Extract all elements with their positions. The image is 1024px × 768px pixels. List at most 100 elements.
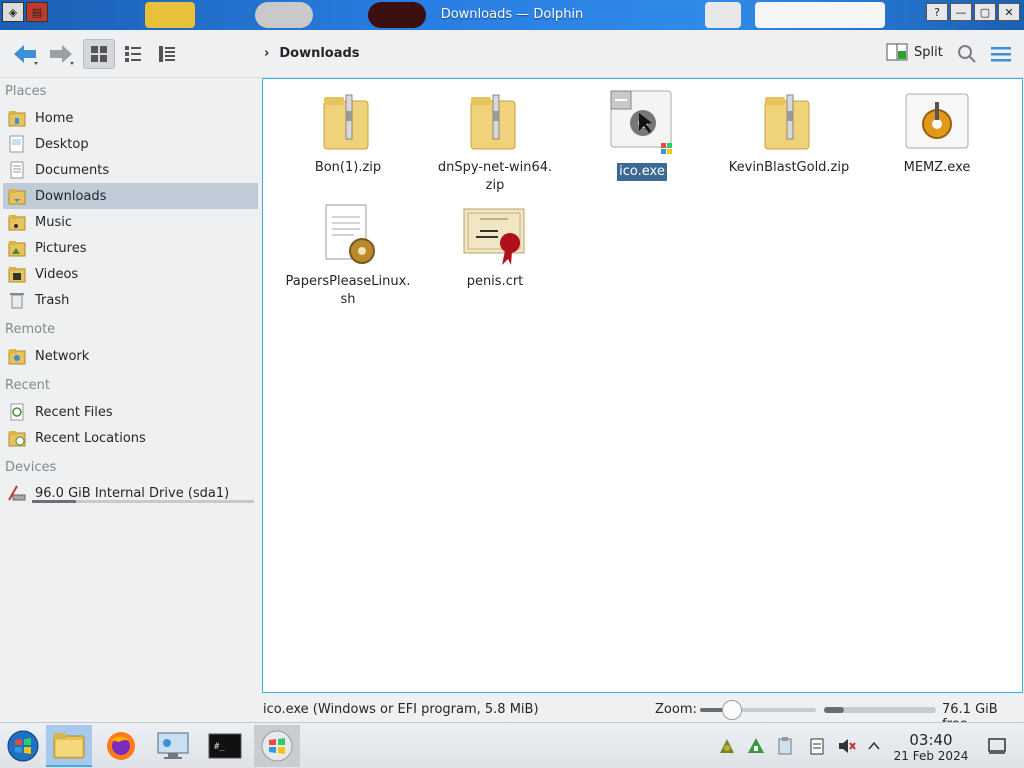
search-icon	[958, 45, 976, 63]
file-view[interactable]: Bon(1).zip dnSpy-net-win64. zip ico.exe K…	[262, 78, 1023, 693]
folder-icon	[53, 733, 85, 759]
tray-expand-chevron-icon[interactable]	[863, 735, 885, 757]
sidebar-item-label: Home	[35, 110, 74, 126]
firefox-icon	[107, 732, 135, 760]
recent-locations-icon	[7, 428, 27, 448]
tray-package-icon[interactable]	[745, 735, 767, 757]
sidebar-item-label: Documents	[35, 162, 110, 178]
sidebar-item-desktop[interactable]: Desktop	[3, 131, 258, 157]
zoom-slider-handle[interactable]	[722, 700, 742, 720]
sidebar-item-documents[interactable]: Documents	[3, 157, 258, 183]
tray-volume-muted-icon[interactable]	[835, 735, 857, 757]
file-item[interactable]: KevinBlastGold.zip	[719, 89, 859, 177]
icons-view-button[interactable]	[83, 39, 115, 69]
desktop-icon	[7, 134, 27, 154]
clock[interactable]: 03:40 21 Feb 2024	[890, 731, 972, 763]
help-button[interactable]: ?	[926, 3, 948, 21]
sidebar-item-downloads[interactable]: Downloads	[3, 183, 258, 209]
sidebar-item-label: Downloads	[35, 188, 107, 204]
selection-info: ico.exe (Windows or EFI program, 5.8 MiB…	[263, 702, 539, 717]
status-bar: ico.exe (Windows or EFI program, 5.8 MiB…	[0, 697, 1024, 732]
sidebar-item-trash[interactable]: Trash	[3, 287, 258, 313]
maximize-button[interactable]: ▢	[974, 3, 996, 21]
window-titlebar[interactable]: ◈ ▤ Downloads — Dolphin ? — ▢ ✕	[0, 0, 1024, 30]
file-item[interactable]: dnSpy-net-win64. zip	[425, 89, 565, 195]
shell-script-icon	[315, 203, 381, 269]
taskbar-terminal[interactable]: #_	[202, 725, 248, 767]
network-folder-icon	[7, 346, 27, 366]
close-button[interactable]: ✕	[998, 3, 1020, 21]
places-panel: Places Home Desktop Documents Downloads …	[0, 78, 262, 698]
minimize-button[interactable]: —	[950, 3, 972, 21]
search-button[interactable]	[956, 42, 978, 66]
sidebar-item-label: Recent Files	[35, 404, 113, 420]
clock-date: 21 Feb 2024	[893, 749, 969, 763]
sidebar-item-pictures[interactable]: Pictures	[3, 235, 258, 261]
taskbar-firefox[interactable]	[98, 725, 144, 767]
sidebar-item-videos[interactable]: Videos	[3, 261, 258, 287]
back-button[interactable]	[8, 38, 42, 70]
sidebar-item-home[interactable]: Home	[3, 105, 258, 131]
compact-view-button[interactable]	[117, 39, 149, 69]
taskbar: #_ 03:40 21 Feb 2024	[0, 722, 1024, 768]
zoom-slider[interactable]	[700, 708, 816, 712]
certificate-icon	[462, 203, 528, 269]
file-item[interactable]: penis.crt	[425, 203, 565, 291]
trash-icon	[7, 290, 27, 310]
file-item[interactable]: PapersPleaseLinux. sh	[278, 203, 418, 309]
zip-folder-icon	[462, 89, 528, 155]
sidebar-item-network[interactable]: Network	[3, 343, 258, 369]
file-item-selected[interactable]: ico.exe	[572, 89, 712, 181]
forward-button[interactable]	[44, 38, 78, 70]
documents-icon	[7, 160, 27, 180]
breadcrumb-current[interactable]: Downloads	[279, 46, 359, 61]
sidebar-item-label: Music	[35, 214, 72, 230]
taskbar-system-settings[interactable]	[150, 725, 196, 767]
taskbar-wine-app[interactable]	[254, 725, 300, 767]
file-item[interactable]: MEMZ.exe	[867, 89, 1007, 177]
breadcrumb[interactable]: › Downloads	[264, 46, 360, 61]
taskbar-dolphin[interactable]	[46, 725, 92, 767]
exe-application-icon	[609, 89, 675, 155]
recent-files-icon	[7, 402, 27, 422]
file-name: penis.crt	[466, 274, 524, 289]
file-name-line2: sh	[340, 292, 356, 307]
details-view-button[interactable]	[151, 39, 183, 69]
drive-usage-bar	[32, 500, 254, 503]
hamburger-menu-icon	[991, 47, 1011, 62]
file-item[interactable]: Bon(1).zip	[278, 89, 418, 177]
downloads-folder-icon	[7, 186, 27, 206]
window-title: Downloads — Dolphin	[440, 7, 584, 22]
home-folder-icon	[7, 108, 27, 128]
sidebar-item-label: Network	[35, 348, 90, 364]
zip-folder-icon	[315, 89, 381, 155]
chevron-right-icon: ›	[264, 46, 270, 61]
file-name-line1: PapersPleaseLinux.	[285, 274, 411, 289]
pictures-folder-icon	[7, 238, 27, 258]
file-name: KevinBlastGold.zip	[728, 160, 850, 175]
tray-clipboard-icon[interactable]	[774, 735, 796, 757]
sidebar-item-music[interactable]: Music	[3, 209, 258, 235]
sidebar-item-label: Recent Locations	[35, 430, 146, 446]
hamburger-menu-button[interactable]	[990, 42, 1012, 66]
file-name: PapersPleaseLinux. sh	[283, 273, 413, 309]
devices-section-title: Devices	[5, 460, 57, 475]
tray-updates-icon[interactable]	[716, 735, 738, 757]
zip-folder-icon	[756, 89, 822, 155]
places-section-title: Places	[5, 84, 47, 99]
icons-view-icon	[91, 46, 107, 62]
split-button[interactable]: Split	[886, 42, 943, 62]
details-view-icon	[159, 46, 175, 62]
show-desktop-button[interactable]	[986, 735, 1008, 757]
back-arrow-icon	[14, 45, 38, 65]
file-name-line2: zip	[485, 178, 505, 193]
tray-notes-icon[interactable]	[806, 735, 828, 757]
file-name: ico.exe	[617, 163, 667, 181]
start-menu-button[interactable]	[0, 725, 46, 767]
clock-time: 03:40	[909, 731, 953, 749]
sidebar-item-recent-files[interactable]: Recent Files	[3, 399, 258, 425]
sidebar-item-recent-locations[interactable]: Recent Locations	[3, 425, 258, 451]
toolbar: › Downloads Split	[0, 30, 1024, 78]
drive-icon	[7, 483, 27, 503]
windows-logo-icon	[261, 730, 293, 762]
